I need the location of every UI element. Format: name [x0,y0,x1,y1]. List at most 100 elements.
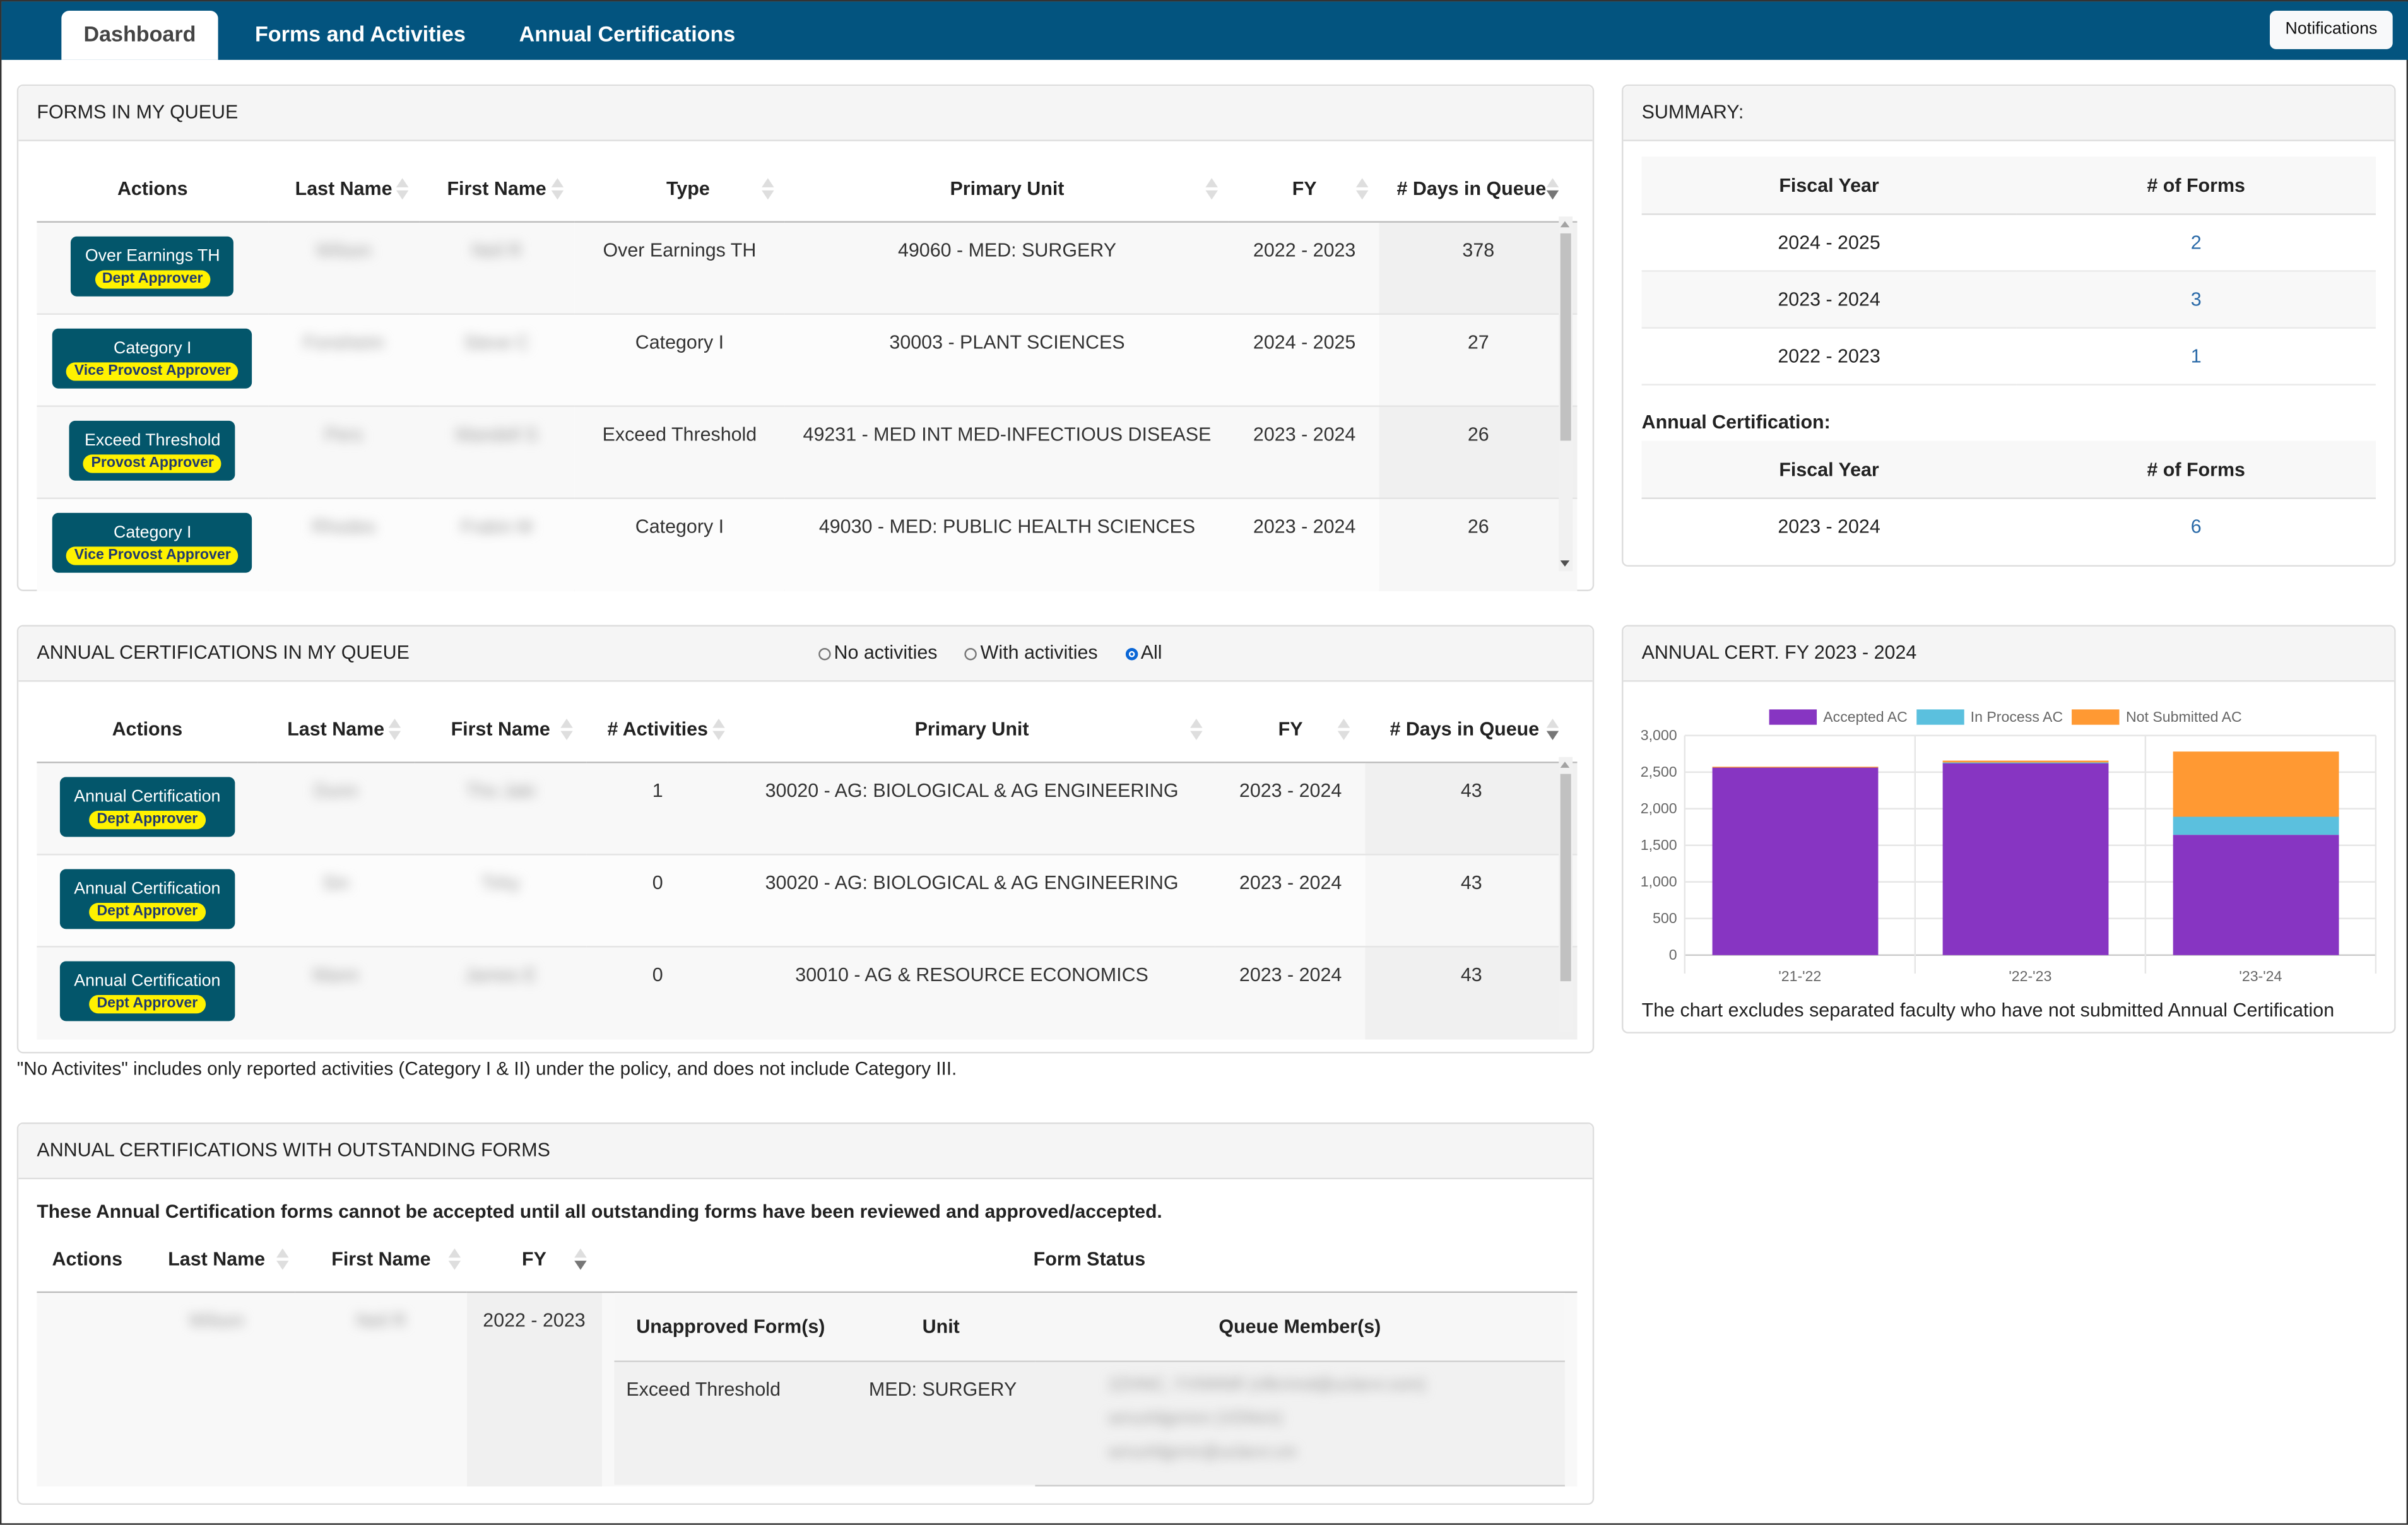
fy-cell-text: 2023 - 2024 [1253,423,1356,445]
sort-icon[interactable] [276,1248,290,1270]
scroll-down-icon[interactable] [1560,560,1570,567]
col-first-name[interactable]: First Name [295,1227,467,1293]
table-row[interactable]: Category I Vice Provost Approver Rhodes Fra… [37,497,1578,591]
col-fy[interactable]: FY [1229,156,1380,223]
col-fy[interactable]: FY [466,1227,602,1293]
table-row[interactable]: Annual Certification Dept Approver Sin Tirk… [37,854,1578,947]
col-last-name[interactable]: Last Name [268,156,420,223]
sort-icon[interactable] [762,178,774,200]
form-count-link[interactable]: 2 [2191,232,2202,253]
days-in-queue-cell-text: 43 [1460,964,1482,986]
ac-queue-header-row: Actions Last Name First Name # Activitie… [37,697,1578,763]
bar-segment-accepted-ac[interactable] [1942,762,2109,955]
radio-unchecked-icon[interactable] [965,647,977,660]
form-type-label: Category I [113,523,192,543]
form-count-link[interactable]: 3 [2191,289,2202,310]
open-form-button[interactable]: Annual Certification Dept Approver [60,777,235,837]
tab-annual-certifications[interactable]: Annual Certifications [498,11,757,60]
col-last-name[interactable]: Last Name [138,1227,296,1293]
sort-icon[interactable] [396,178,409,200]
ac-queue-scrollbar[interactable] [1559,757,1573,1032]
sort-icon[interactable] [1338,718,1350,741]
table-row[interactable]: Annual Certification Dept Approver Dunn Tho… [37,762,1578,855]
open-form-button[interactable]: Over Earnings TH Dept Approver [71,236,234,297]
redacted-name: Mandell S [456,423,538,445]
scroll-thumb[interactable] [1560,233,1571,441]
dashboard-page: Dashboard Forms and Activities Annual Ce… [0,0,2408,1525]
sort-desc-icon[interactable] [1546,718,1559,741]
bar-segment-not-submitted-ac[interactable] [2173,751,2339,817]
scroll-thumb[interactable] [1560,774,1571,982]
col-days-in-queue[interactable]: # Days in Queue [1366,697,1578,763]
radio-unchecked-icon[interactable] [818,647,831,660]
primary-unit-cell: 49030 - MED: PUBLIC HEALTH SCIENCES [784,497,1230,591]
scroll-up-icon[interactable] [1560,221,1570,228]
open-form-button[interactable]: Exceed Threshold Provost Approver [69,420,236,481]
primary-unit-cell: 30003 - PLANT SCIENCES [784,313,1230,406]
last-name-cell: Rhodes [268,497,420,591]
col-activities[interactable]: # Activities [587,697,729,763]
scroll-up-icon[interactable] [1560,762,1570,768]
filter-radio-with-activities[interactable]: With activities [965,627,1098,680]
bar-segment-not-submitted-ac[interactable] [1942,760,2109,763]
table-row[interactable]: Exceed Threshold Provost Approver Pers Mand… [37,405,1578,498]
days-in-queue-cell: 43 [1366,854,1578,947]
sort-icon[interactable] [561,718,574,741]
open-form-button[interactable]: Category I Vice Provost Approver [52,328,252,389]
radio-checked-icon[interactable] [1125,647,1138,660]
col-fiscal-year: Fiscal Year [1641,156,2017,215]
bar-segment-accepted-ac[interactable] [1712,767,1879,955]
bar-segment-in-process-ac[interactable] [2173,816,2339,835]
open-form-button[interactable]: Annual Certification Dept Approver [60,961,235,1022]
col-fy[interactable]: FY [1215,697,1366,763]
sort-desc-icon[interactable] [574,1248,587,1270]
sort-icon[interactable] [1191,718,1203,741]
col-first-name[interactable]: First Name [414,697,587,763]
filter-radio-no-activities[interactable]: No activities [818,627,938,680]
col-first-name[interactable]: First Name [419,156,575,223]
fy-cell: 2022 - 2023 [1229,221,1380,314]
forms-queue-scrollbar[interactable] [1559,216,1573,572]
fy-cell: 2023 - 2024 [1229,405,1380,498]
form-count-link[interactable]: 6 [2191,516,2202,538]
sort-icon[interactable] [448,1248,461,1270]
redacted-name: Dunn [314,780,358,802]
table-row[interactable]: Annual Certification Dept Approver Mann Jam… [37,946,1578,1039]
sort-icon[interactable] [712,718,726,741]
fiscal-year-cell: 2022 - 2023 [1641,327,2017,386]
col-last-name[interactable]: Last Name [257,697,415,763]
form-type-label: Annual Certification [74,787,221,806]
redacted-name: Neil R [356,1309,406,1332]
col-days-in-queue[interactable]: # Days in Queue [1379,156,1578,223]
tab-forms-and-activities[interactable]: Forms and Activities [233,11,487,60]
outstanding-notice: These Annual Certification forms cannot … [37,1201,1162,1223]
tab-dashboard[interactable]: Dashboard [61,11,218,60]
days-in-queue-cell-text: 27 [1467,331,1489,353]
sort-icon[interactable] [1356,178,1369,200]
last-name-cell: Wilson [138,1291,296,1486]
open-form-button[interactable]: Annual Certification Dept Approver [60,869,235,929]
filter-radio-all[interactable]: All [1125,627,1162,680]
open-form-button[interactable]: Category I Vice Provost Approver [52,512,252,573]
col-form-status: Form Status [601,1227,1578,1293]
col-primary-unit[interactable]: Primary Unit [784,156,1230,223]
form-type-label: Category I [113,339,192,358]
sort-icon[interactable] [387,718,401,741]
sort-icon[interactable] [551,178,564,200]
col-type[interactable]: Type [574,156,785,223]
bar-segment-accepted-ac[interactable] [2173,835,2339,955]
fiscal-year-cell: 2023 - 2024 [1641,271,2017,329]
col-primary-unit[interactable]: Primary Unit [728,697,1216,763]
form-count-link[interactable]: 1 [2191,346,2202,367]
bar-segment-in-process-ac[interactable] [1942,762,2109,763]
table-row[interactable]: Category I Vice Provost Approver Fonsheim S… [37,313,1578,406]
y-tick-label: 0 [1669,946,1677,963]
fy-cell: 2022 - 2023 [466,1291,602,1486]
notifications-button[interactable]: Notifications [2270,11,2393,49]
sort-icon[interactable] [1206,178,1219,200]
form-count-cell: 2 [2016,214,2376,272]
sort-desc-icon[interactable] [1546,178,1559,200]
fy-cell: 2023 - 2024 [1229,497,1380,591]
type-cell-text: Over Earnings TH [603,239,757,261]
table-row[interactable]: Over Earnings TH Dept Approver Wilson Neil … [37,221,1578,314]
